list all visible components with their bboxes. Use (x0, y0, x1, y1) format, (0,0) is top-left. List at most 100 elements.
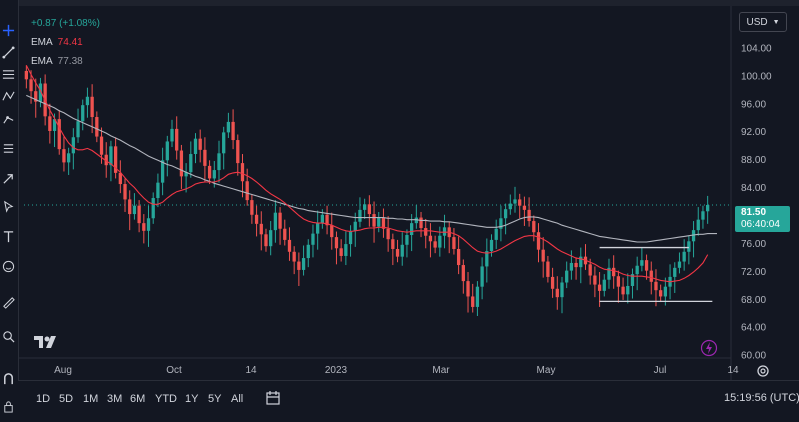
range-ytd-button[interactable]: YTD (155, 390, 177, 408)
ema-slow-label[interactable]: EMA (31, 52, 53, 71)
candle-body (198, 138, 202, 150)
candle-body (602, 279, 606, 291)
ema-fast-label[interactable]: EMA (31, 33, 53, 52)
candle-body (673, 267, 677, 277)
x-tick-label: Mar (432, 365, 450, 376)
candle-body (160, 160, 165, 183)
lightning-icon[interactable] (700, 339, 718, 357)
candle-body (137, 205, 141, 224)
candle-body (372, 214, 376, 227)
candle-body (273, 212, 278, 231)
candle-body (532, 221, 536, 233)
x-tick-label: May (537, 365, 556, 376)
candle-body (142, 223, 146, 231)
candle-body (254, 214, 259, 224)
range-3m-button[interactable]: 3M (107, 390, 122, 408)
candle-body (311, 233, 315, 245)
y-tick-label: 96.00 (741, 99, 766, 110)
price-chart[interactable]: 60.0064.0068.0072.0076.0080.0084.0088.00… (0, 0, 799, 380)
y-tick-label: 64.00 (741, 323, 766, 334)
x-tick-label: 2023 (325, 365, 348, 376)
y-tick-label: 92.00 (741, 127, 766, 138)
candle-body (132, 205, 137, 215)
candle-body (494, 228, 498, 240)
candle-body (546, 261, 550, 277)
candle-body (203, 149, 207, 166)
candle-body (588, 264, 592, 276)
candle-body (377, 217, 381, 227)
candle-body (48, 116, 52, 131)
tradingview-logo[interactable] (34, 334, 62, 350)
candle-body (240, 163, 245, 182)
candle-body (193, 138, 198, 155)
lock-icon[interactable] (0, 398, 16, 414)
range-5d-button[interactable]: 5D (59, 390, 73, 408)
candle-body (179, 150, 184, 177)
candle-body (400, 244, 404, 257)
candle-body (85, 96, 90, 106)
candle-body (659, 290, 663, 297)
range-6m-button[interactable]: 6M (130, 390, 145, 408)
candle-body (217, 153, 221, 171)
candle-body (222, 132, 226, 154)
candle-body (76, 121, 80, 138)
candle-body (287, 239, 292, 252)
candle-body (99, 136, 104, 155)
candle-body (433, 241, 437, 248)
candle-body (292, 251, 296, 262)
gear-icon[interactable] (756, 364, 770, 378)
currency-selector[interactable]: USD ▼ (739, 12, 787, 32)
candle-body (57, 119, 61, 150)
x-tick-label: Jul (654, 365, 667, 376)
candle-body (442, 227, 447, 236)
candle-body (489, 239, 494, 252)
candle-body (626, 285, 630, 295)
candle-body (471, 296, 475, 307)
candle-body (339, 248, 343, 256)
candle-body (24, 70, 28, 80)
candle-body (306, 244, 310, 259)
range-5y-button[interactable]: 5Y (208, 390, 221, 408)
candle-body (428, 235, 433, 242)
x-tick-label: Oct (166, 365, 182, 376)
y-tick-label: 76.00 (741, 239, 766, 250)
candle-body (226, 121, 231, 133)
candle-body (574, 262, 578, 268)
range-all-button[interactable]: All (231, 390, 243, 408)
candle-body (424, 228, 428, 236)
candle-body (461, 265, 465, 282)
candle-body (90, 96, 94, 118)
candle-body (316, 223, 320, 234)
candle-body (123, 184, 127, 200)
candle-body (71, 137, 75, 154)
candle-body (259, 223, 263, 235)
candle-body (419, 217, 423, 229)
candle-body (320, 214, 325, 224)
candle-body (687, 241, 691, 252)
candle-body (334, 237, 339, 249)
ema-fast-value: 74.41 (57, 37, 83, 48)
candle-body (170, 128, 174, 142)
candle-body (565, 270, 569, 283)
candle-body (654, 281, 658, 291)
range-1d-button[interactable]: 1D (36, 390, 50, 408)
candle-body (363, 204, 367, 210)
candle-body (207, 165, 212, 179)
candle-body (513, 199, 517, 204)
candle-body (438, 235, 442, 248)
utc-clock[interactable]: 15:19:56 (UTC) (724, 392, 799, 404)
ema-slow-value: 77.38 (57, 56, 83, 67)
candle-body (593, 275, 597, 285)
price-change: +0.87 (+1.08%) (31, 18, 100, 29)
candle-body (386, 228, 390, 240)
candle-body (466, 281, 470, 297)
x-tick-label: 14 (727, 365, 739, 376)
candle-body (621, 286, 625, 295)
range-1m-button[interactable]: 1M (83, 390, 98, 408)
candle-body (475, 286, 480, 307)
candle-body (269, 230, 273, 247)
calendar-icon[interactable] (265, 390, 281, 406)
candle-body (165, 141, 169, 161)
last-price-tag: 81.50 06:40:04 (735, 206, 790, 232)
range-1y-button[interactable]: 1Y (185, 390, 198, 408)
